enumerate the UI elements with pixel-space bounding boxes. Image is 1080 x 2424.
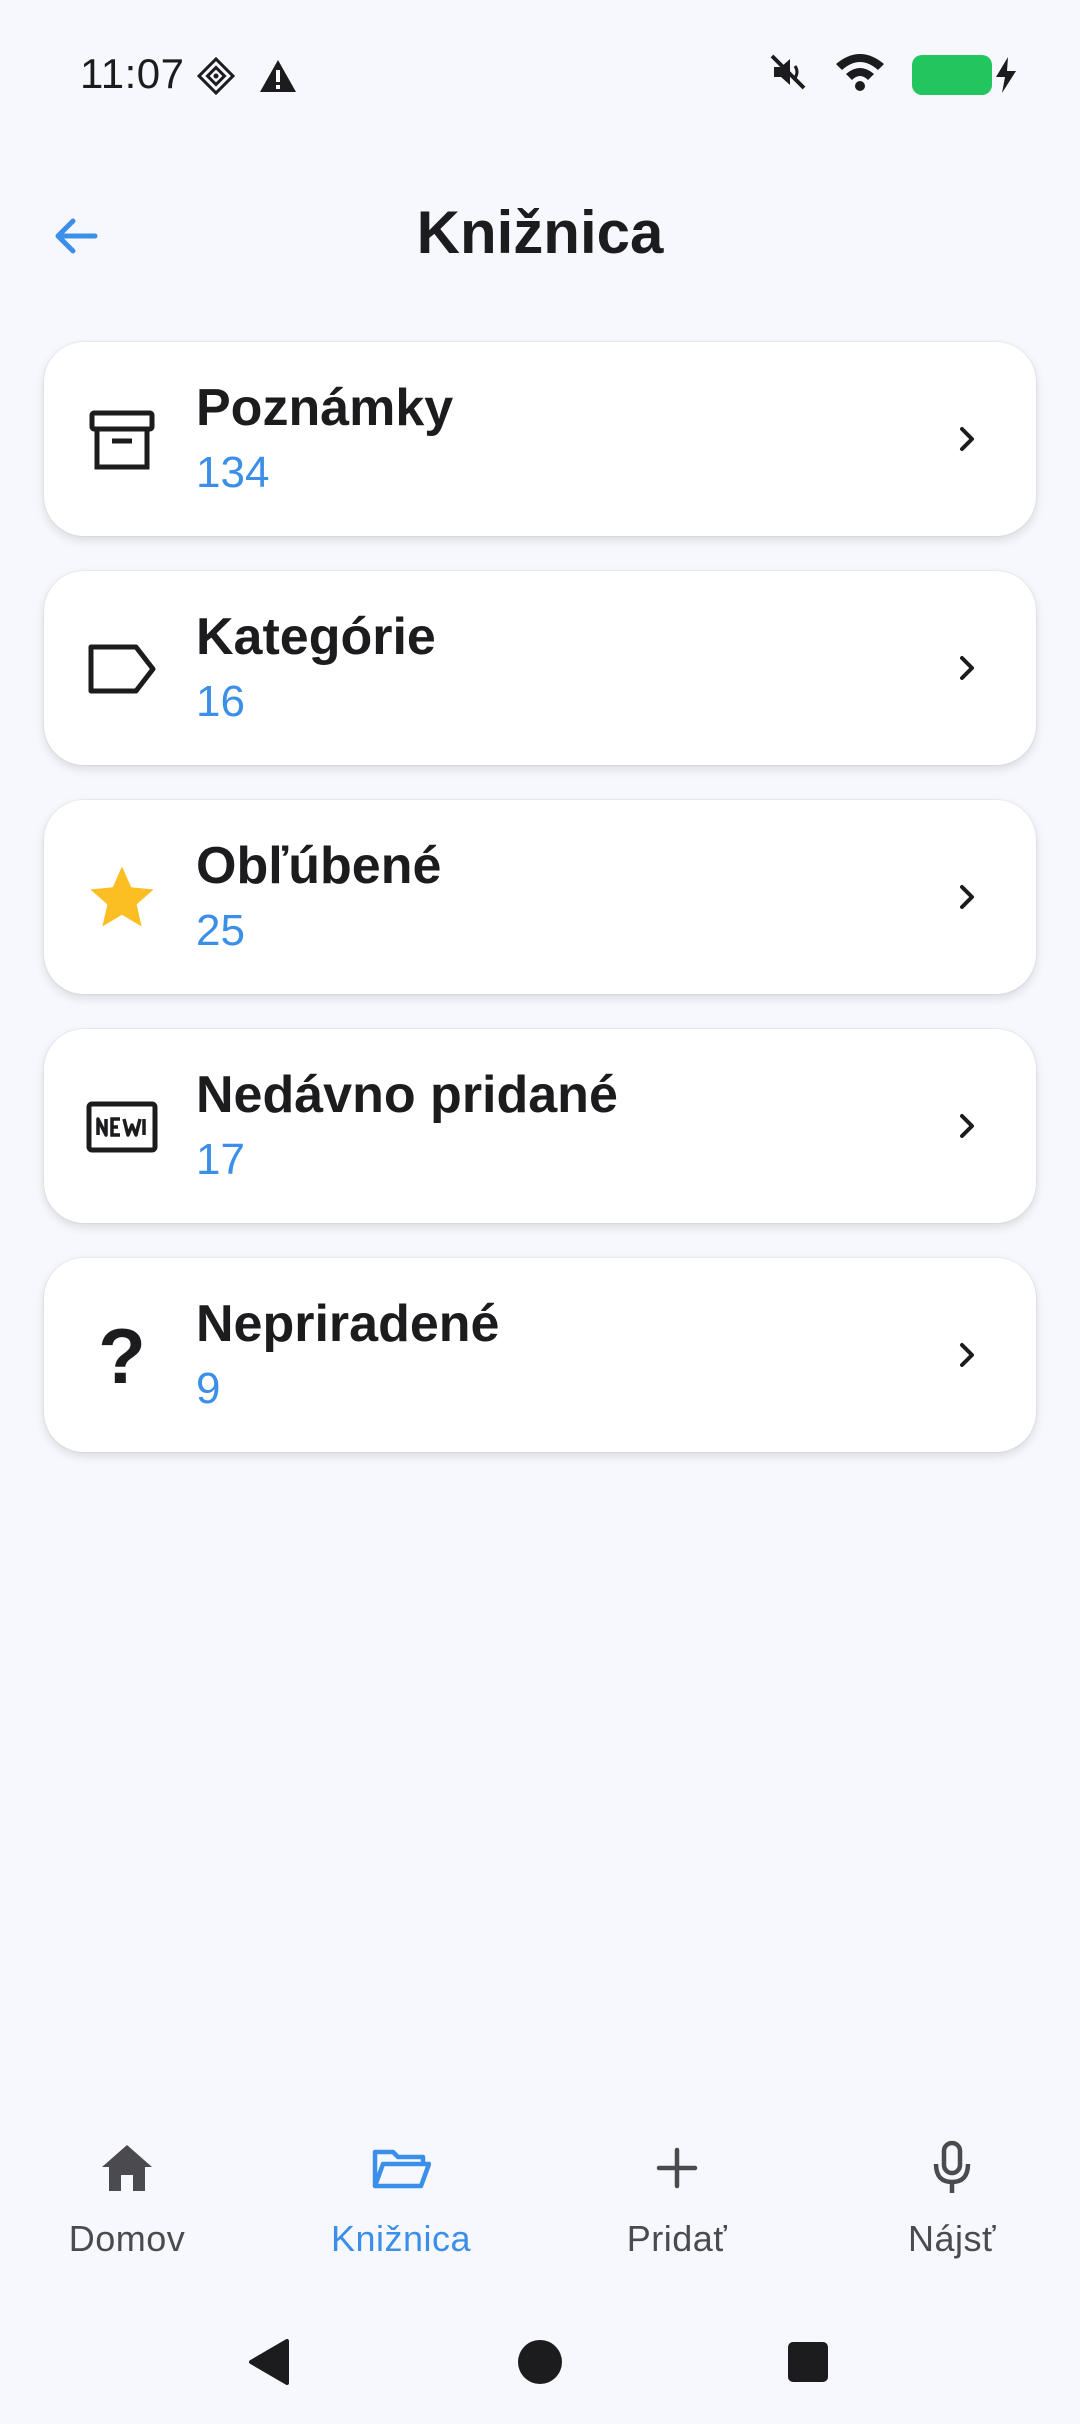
library-item-unassigned[interactable]: ? Nepriradené 9 (44, 1258, 1036, 1452)
label-tag-icon (80, 627, 164, 711)
wifi-icon (834, 52, 886, 97)
library-item-title: Obľúbené (196, 837, 442, 895)
library-item-title: Kategórie (196, 608, 436, 666)
chevron-right-icon (940, 1328, 994, 1382)
new-badge-icon (80, 1085, 164, 1169)
chevron-right-icon (940, 1099, 994, 1153)
status-time: 11:07 (80, 50, 185, 97)
microphone-icon (932, 2128, 972, 2208)
system-home-button[interactable] (510, 2332, 570, 2392)
nav-item-library[interactable]: Knižnica (301, 2110, 501, 2270)
library-item-recently-added[interactable]: Nedávno pridané 17 (44, 1029, 1036, 1223)
library-item-count: 25 (196, 906, 245, 955)
nav-label: Pridať (626, 2218, 728, 2259)
library-list: Poznámky 134 Kategórie 16 Obľúbené 25 Ne… (44, 342, 1036, 1487)
question-mark-icon: ? (98, 1312, 146, 1400)
tag-diamond-icon (196, 56, 236, 101)
library-item-notes[interactable]: Poznámky 134 (44, 342, 1036, 536)
archive-box-icon (80, 398, 164, 482)
nav-label: Knižnica (330, 2218, 472, 2259)
plus-icon (655, 2128, 699, 2208)
chevron-right-icon (940, 412, 994, 466)
system-recents-button[interactable] (778, 2332, 838, 2392)
star-icon (80, 856, 164, 940)
library-item-categories[interactable]: Kategórie 16 (44, 571, 1036, 765)
nav-item-home[interactable]: Domov (27, 2110, 227, 2270)
library-item-title: Poznámky (196, 379, 454, 437)
library-item-count: 17 (196, 1135, 245, 1184)
page-title: Knižnica (416, 199, 664, 266)
nav-label: Nájsť (907, 2218, 997, 2259)
folder-open-icon (371, 2128, 431, 2208)
library-item-title: Nepriradené (196, 1295, 500, 1353)
library-item-count: 134 (196, 448, 270, 497)
triangle-back-icon (249, 2339, 289, 2385)
system-back-button[interactable] (240, 2332, 300, 2392)
battery-charging-icon (912, 54, 1016, 95)
library-item-count: 9 (196, 1364, 221, 1413)
library-item-favorites[interactable]: Obľúbené 25 (44, 800, 1036, 994)
nav-item-add[interactable]: Pridať (577, 2110, 777, 2270)
bottom-navigation: Domov Knižnica Pridať Nájsť (0, 2110, 1080, 2280)
nav-label: Domov (68, 2218, 186, 2259)
circle-home-icon (518, 2340, 562, 2384)
library-item-count: 16 (196, 677, 245, 726)
mute-icon (768, 52, 808, 97)
warning-icon (258, 56, 298, 101)
chevron-right-icon (940, 870, 994, 924)
square-recents-icon (788, 2342, 828, 2382)
home-icon (100, 2128, 154, 2208)
chevron-right-icon (940, 641, 994, 695)
library-item-title: Nedávno pridané (196, 1066, 618, 1124)
system-navigation-bar (0, 2310, 1080, 2410)
status-bar: 11:07 (0, 0, 1080, 150)
app-header: Knižnica (0, 180, 1080, 290)
nav-item-search[interactable]: Nájsť (852, 2110, 1052, 2270)
